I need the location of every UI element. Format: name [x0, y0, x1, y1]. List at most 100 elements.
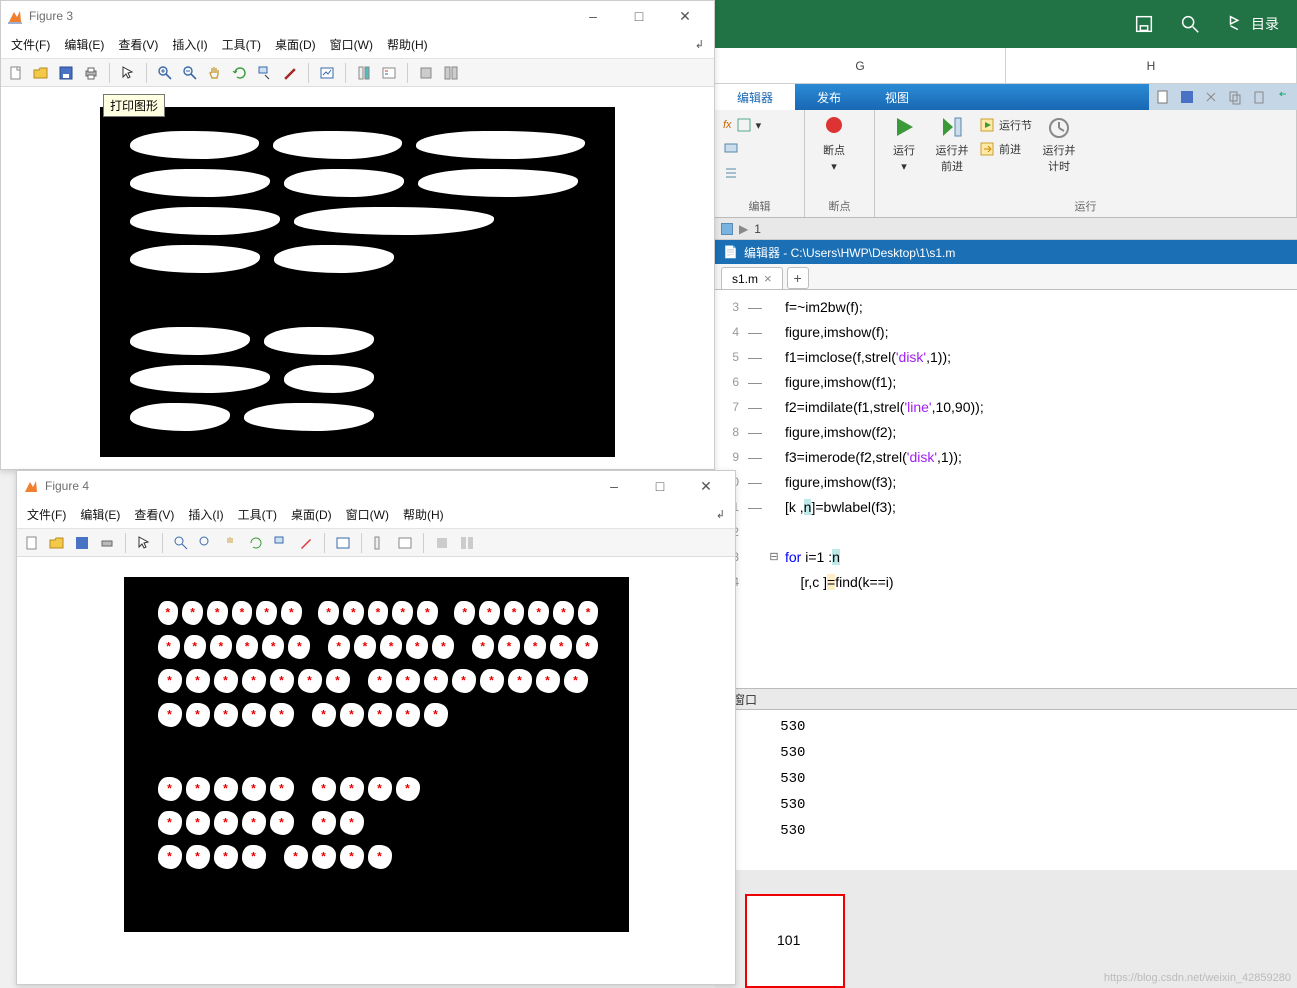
- menu-edit[interactable]: 编辑(E): [64, 36, 104, 53]
- run-section-button[interactable]: 运行节: [979, 114, 1032, 136]
- menu-file[interactable]: 文件(F): [11, 36, 50, 53]
- datacursor-icon[interactable]: [270, 532, 292, 554]
- code-area[interactable]: 3—f=~im2bw(f);4—figure,imshow(f);5—f1=im…: [715, 290, 1297, 688]
- show-plot-tools-icon[interactable]: [456, 532, 478, 554]
- legend-icon[interactable]: [394, 532, 416, 554]
- breakpoints-button[interactable]: 断点▾: [813, 114, 855, 173]
- menu-help[interactable]: 帮助(H): [387, 36, 428, 53]
- menu-view[interactable]: 查看(V): [118, 36, 158, 53]
- add-tab-button[interactable]: +: [787, 267, 809, 289]
- dock-icon[interactable]: ↲: [716, 508, 725, 521]
- figure4-toolbar: [17, 529, 735, 557]
- menu-tools[interactable]: 工具(T): [222, 36, 261, 53]
- save-icon[interactable]: [1179, 89, 1195, 105]
- command-window-label: 行窗口: [715, 688, 1297, 710]
- copy-icon[interactable]: [1227, 89, 1243, 105]
- col-head-g[interactable]: G: [715, 48, 1006, 84]
- ans-box: 101: [745, 894, 845, 988]
- hide-plot-tools-icon[interactable]: [431, 532, 453, 554]
- toc-button[interactable]: 目录: [1225, 13, 1279, 35]
- search-icon[interactable]: [1179, 13, 1201, 35]
- pan-icon[interactable]: [220, 532, 242, 554]
- figure4-titlebar[interactable]: Figure 4 – □ ✕: [17, 471, 735, 501]
- close-button[interactable]: ✕: [683, 471, 729, 501]
- indent-button[interactable]: [723, 162, 796, 184]
- rotate-icon[interactable]: [229, 62, 251, 84]
- zoom-in-icon[interactable]: [170, 532, 192, 554]
- save-icon[interactable]: [55, 62, 77, 84]
- menu-tools[interactable]: 工具(T): [238, 506, 277, 523]
- tab-view[interactable]: 视图: [863, 84, 931, 110]
- menu-insert[interactable]: 插入(I): [172, 36, 207, 53]
- undo-icon[interactable]: [1275, 89, 1291, 105]
- pan-icon[interactable]: [204, 62, 226, 84]
- menu-desktop[interactable]: 桌面(D): [291, 506, 332, 523]
- tab-publish[interactable]: 发布: [795, 84, 863, 110]
- new-icon[interactable]: [21, 532, 43, 554]
- file-tabs: s1.m × +: [715, 264, 1297, 290]
- link-icon[interactable]: [332, 532, 354, 554]
- editor-nav-row: ▶ 1: [715, 218, 1297, 240]
- brush-icon[interactable]: [279, 62, 301, 84]
- file-tab-s1[interactable]: s1.m ×: [721, 267, 783, 289]
- zoom-out-icon[interactable]: [195, 532, 217, 554]
- close-tab-icon[interactable]: ×: [764, 271, 772, 286]
- figure4-menubar: 文件(F) 编辑(E) 查看(V) 插入(I) 工具(T) 桌面(D) 窗口(W…: [17, 501, 735, 529]
- close-button[interactable]: ✕: [662, 1, 708, 31]
- maximize-button[interactable]: □: [616, 1, 662, 31]
- colorbar-icon[interactable]: [353, 62, 375, 84]
- tab-editor[interactable]: 编辑器: [715, 84, 795, 110]
- menu-edit[interactable]: 编辑(E): [80, 506, 120, 523]
- run-advance-button[interactable]: 运行并 前进: [931, 114, 973, 174]
- watermark: https://blog.csdn.net/weixin_42859280: [1104, 972, 1291, 984]
- menu-window[interactable]: 窗口(W): [346, 506, 389, 523]
- command-window-output[interactable]: 530 530 530 530 530: [715, 710, 1297, 870]
- minimize-button[interactable]: –: [591, 471, 637, 501]
- dock-icon[interactable]: ↲: [695, 38, 704, 51]
- hide-plot-tools-icon[interactable]: [415, 62, 437, 84]
- figure3-menubar: 文件(F) 编辑(E) 查看(V) 插入(I) 工具(T) 桌面(D) 窗口(W…: [1, 31, 714, 59]
- legend-icon[interactable]: [378, 62, 400, 84]
- col-head-h[interactable]: H: [1006, 48, 1297, 84]
- matlab-figure-icon: [7, 8, 23, 24]
- save-icon[interactable]: [71, 532, 93, 554]
- comment-button[interactable]: [723, 138, 796, 160]
- menu-window[interactable]: 窗口(W): [330, 36, 373, 53]
- run-button[interactable]: 运行▾: [883, 114, 925, 173]
- colorbar-icon[interactable]: [369, 532, 391, 554]
- print-icon[interactable]: [80, 62, 102, 84]
- figure4-title: Figure 4: [45, 479, 89, 493]
- paste-icon[interactable]: [1251, 89, 1267, 105]
- rotate-icon[interactable]: [245, 532, 267, 554]
- menu-view[interactable]: 查看(V): [134, 506, 174, 523]
- menu-file[interactable]: 文件(F): [27, 506, 66, 523]
- brush-icon[interactable]: [295, 532, 317, 554]
- insert-fx-button[interactable]: fx▾: [723, 114, 796, 136]
- doc-icon[interactable]: [1155, 89, 1171, 105]
- show-plot-tools-icon[interactable]: [440, 62, 462, 84]
- open-icon[interactable]: [46, 532, 68, 554]
- new-icon[interactable]: [5, 62, 27, 84]
- run-time-button[interactable]: 运行并 计时: [1038, 114, 1080, 174]
- datacursor-icon[interactable]: [254, 62, 276, 84]
- open-icon[interactable]: [30, 62, 52, 84]
- print-icon[interactable]: [96, 532, 118, 554]
- zoom-in-icon[interactable]: [154, 62, 176, 84]
- link-icon[interactable]: [316, 62, 338, 84]
- pointer-icon[interactable]: [117, 62, 139, 84]
- nav-label: 1: [754, 222, 761, 236]
- matlab-editor-region: 编辑器 发布 视图 fx▾ 编辑 断点▾ 断点: [715, 84, 1297, 988]
- menu-desktop[interactable]: 桌面(D): [275, 36, 316, 53]
- minimize-button[interactable]: –: [570, 1, 616, 31]
- maximize-button[interactable]: □: [637, 471, 683, 501]
- zoom-out-icon[interactable]: [179, 62, 201, 84]
- pointer-icon[interactable]: [133, 532, 155, 554]
- advance-button[interactable]: 前进: [979, 138, 1032, 160]
- ans-value: 101: [777, 932, 800, 948]
- figure3-titlebar[interactable]: Figure 3 – □ ✕: [1, 1, 714, 31]
- nav-marker-icon[interactable]: [721, 223, 733, 235]
- cut-icon[interactable]: [1203, 89, 1219, 105]
- save-icon[interactable]: [1133, 13, 1155, 35]
- menu-help[interactable]: 帮助(H): [403, 506, 444, 523]
- menu-insert[interactable]: 插入(I): [188, 506, 223, 523]
